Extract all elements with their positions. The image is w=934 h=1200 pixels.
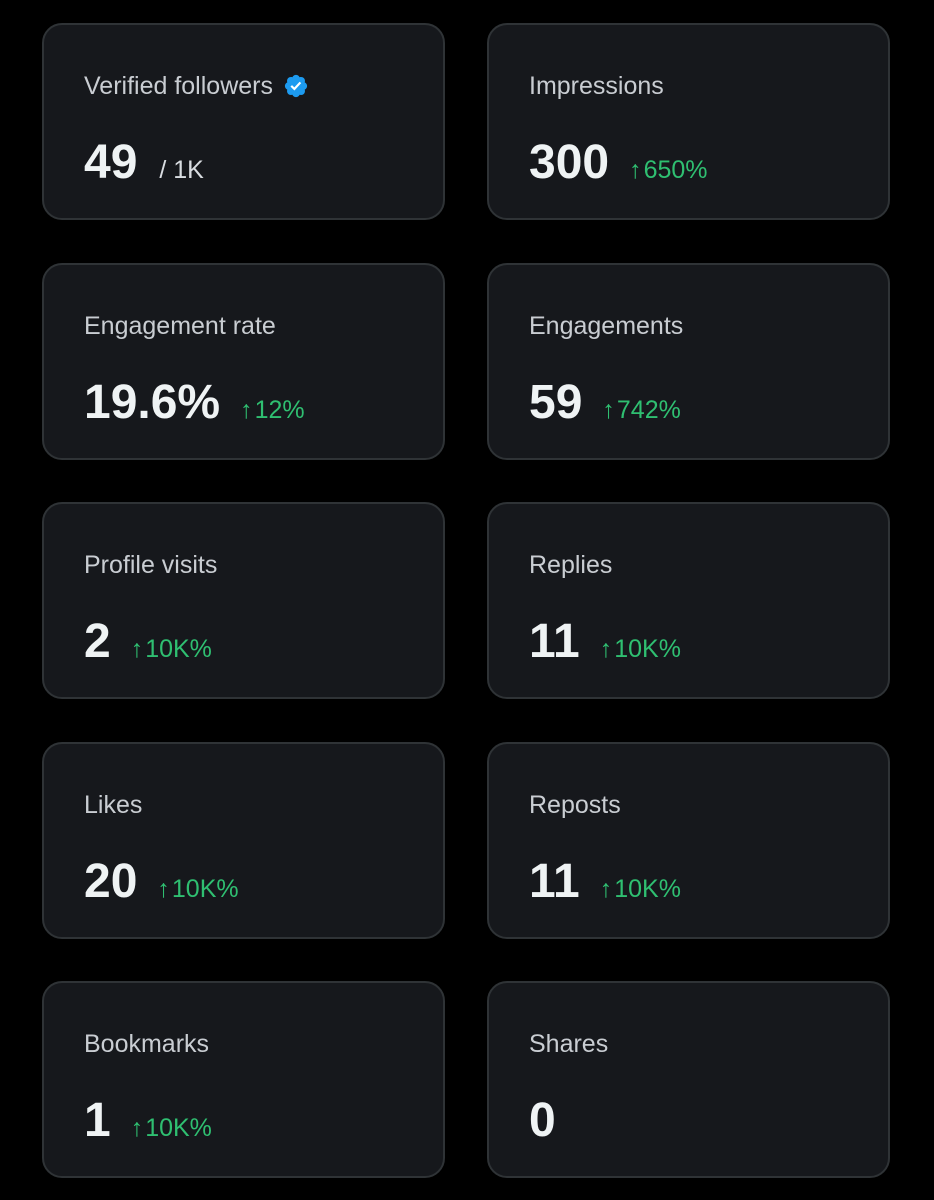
- card-value: 11: [529, 855, 580, 908]
- change-value: 10K%: [614, 635, 681, 663]
- change-indicator: ↑ 10K%: [600, 875, 681, 904]
- change-value: 10K%: [614, 875, 681, 903]
- card-verified-followers[interactable]: Verified followers 49 / 1K: [42, 23, 445, 220]
- change-indicator: ↑ 12%: [240, 396, 305, 425]
- label-row: Reposts: [529, 788, 621, 822]
- change-value: 10K%: [145, 1114, 212, 1142]
- card-label: Replies: [529, 551, 613, 579]
- value-row: 59 ↑ 742%: [529, 373, 681, 433]
- change-value: 10K%: [145, 635, 212, 663]
- value-row: 49 / 1K: [84, 133, 204, 193]
- card-impressions[interactable]: Impressions 300 ↑ 650%: [487, 23, 890, 220]
- card-value: 300: [529, 136, 610, 189]
- card-label: Verified followers: [84, 72, 273, 100]
- arrow-up-icon: ↑: [157, 875, 170, 903]
- change-indicator: ↑ 650%: [629, 156, 707, 185]
- card-label: Bookmarks: [84, 1030, 210, 1058]
- change-value: 12%: [254, 396, 305, 424]
- card-label: Profile visits: [84, 551, 218, 579]
- arrow-up-icon: ↑: [130, 1114, 144, 1142]
- card-label: Likes: [84, 791, 143, 819]
- value-row: 2 ↑ 10K%: [84, 612, 212, 672]
- label-row: Engagements: [529, 309, 683, 343]
- card-value: 0: [529, 1094, 556, 1147]
- card-label: Impressions: [529, 72, 664, 100]
- label-row: Bookmarks: [84, 1027, 209, 1061]
- card-engagements[interactable]: Engagements 59 ↑ 742%: [487, 263, 890, 460]
- change-value: 650%: [643, 156, 708, 184]
- change-indicator: ↑ 10K%: [157, 875, 238, 904]
- arrow-up-icon: ↑: [599, 635, 613, 663]
- card-likes[interactable]: Likes 20 ↑ 10K%: [42, 742, 445, 939]
- change-indicator: ↑ 10K%: [131, 1114, 212, 1143]
- arrow-up-icon: ↑: [629, 156, 642, 184]
- change-indicator: ↑ 10K%: [600, 635, 681, 664]
- card-value: 59: [529, 376, 583, 429]
- value-row: 20 ↑ 10K%: [84, 852, 239, 912]
- card-replies[interactable]: Replies 11 ↑ 10K%: [487, 502, 890, 699]
- card-value: 2: [84, 615, 111, 668]
- label-row: Profile visits: [84, 548, 217, 582]
- label-row: Likes: [84, 788, 142, 822]
- value-row: 11 ↑ 10K%: [529, 852, 681, 912]
- change-value: 742%: [616, 396, 681, 424]
- card-profile-visits[interactable]: Profile visits 2 ↑ 10K%: [42, 502, 445, 699]
- card-reposts[interactable]: Reposts 11 ↑ 10K%: [487, 742, 890, 939]
- card-value: 19.6%: [84, 376, 221, 429]
- value-row: 11 ↑ 10K%: [529, 612, 681, 672]
- metrics-grid: Verified followers 49 / 1K Impressions 3…: [0, 0, 934, 1200]
- label-row: Engagement rate: [84, 309, 276, 343]
- label-row: Replies: [529, 548, 612, 582]
- label-row: Impressions: [529, 69, 664, 103]
- arrow-up-icon: ↑: [602, 396, 615, 424]
- card-label: Engagements: [529, 312, 684, 340]
- card-value-suffix: / 1K: [159, 156, 204, 184]
- change-indicator: ↑ 10K%: [131, 635, 212, 664]
- card-value: 20: [84, 855, 138, 908]
- value-row: 19.6% ↑ 12%: [84, 373, 305, 433]
- card-label: Reposts: [529, 791, 621, 819]
- card-engagement-rate[interactable]: Engagement rate 19.6% ↑ 12%: [42, 263, 445, 460]
- label-row: Verified followers: [84, 69, 309, 103]
- value-row: 1 ↑ 10K%: [84, 1091, 212, 1151]
- change-indicator: ↑ 742%: [602, 396, 680, 425]
- value-row: 300 ↑ 650%: [529, 133, 708, 193]
- arrow-up-icon: ↑: [599, 875, 613, 903]
- card-value: 1: [84, 1094, 111, 1147]
- card-label: Engagement rate: [84, 312, 276, 340]
- change-value: 10K%: [171, 875, 239, 903]
- label-row: Shares: [529, 1027, 608, 1061]
- card-bookmarks[interactable]: Bookmarks 1 ↑ 10K%: [42, 981, 445, 1178]
- card-shares[interactable]: Shares 0: [487, 981, 890, 1178]
- verified-badge-icon: [284, 74, 308, 98]
- value-row: 0: [529, 1091, 556, 1151]
- arrow-up-icon: ↑: [240, 396, 253, 424]
- card-value: 11: [529, 615, 580, 668]
- card-label: Shares: [529, 1030, 609, 1058]
- arrow-up-icon: ↑: [130, 635, 144, 663]
- card-value: 49: [84, 136, 138, 189]
